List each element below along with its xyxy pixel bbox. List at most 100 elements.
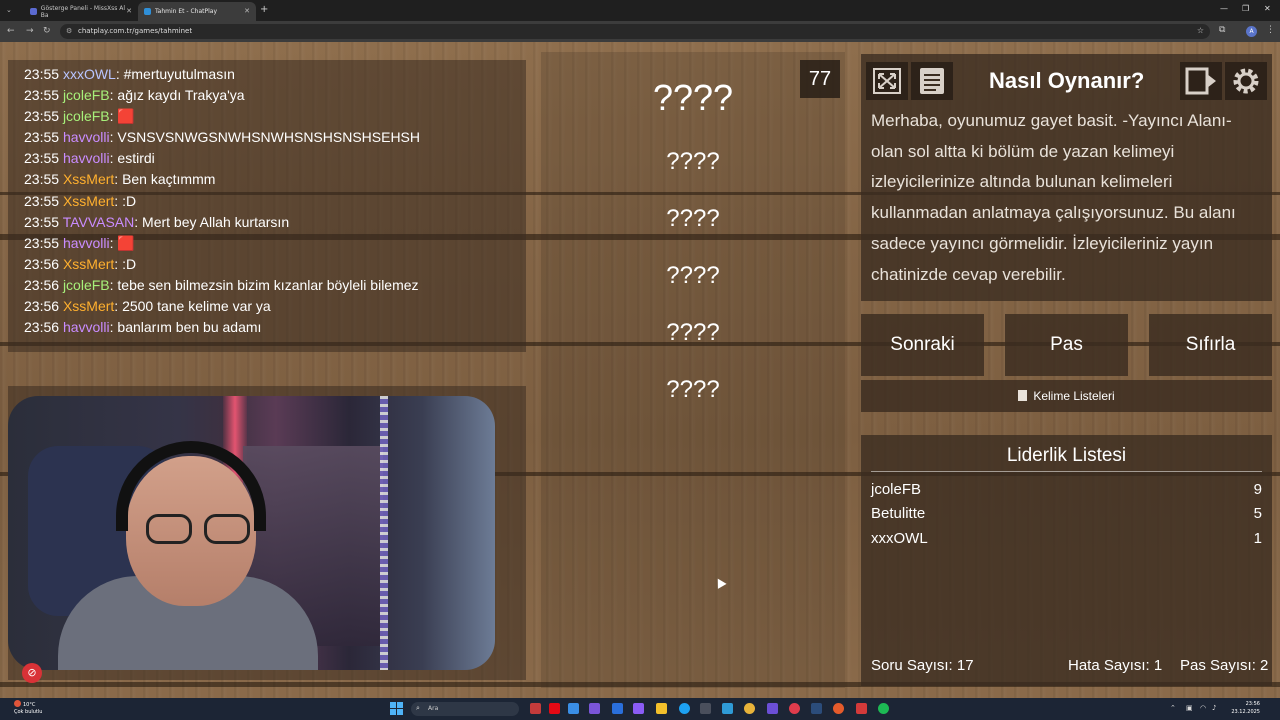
tab-dashboard[interactable]: Gösterge Paneli - MissXss Al Ba ✕ [24,2,138,21]
taskbar-app-icon[interactable] [856,703,867,714]
browser-toolbar: ← → ↻ ⚙ chatplay.com.tr/games/tahminet ☆… [0,21,1280,42]
taskbar-app-icon[interactable] [767,703,778,714]
pass-button[interactable]: Pas [1005,314,1128,376]
chat-time: 23:55 [24,192,60,209]
edge-icon[interactable] [679,703,690,714]
exit-button[interactable] [1180,62,1222,100]
netflix-icon[interactable] [549,703,560,714]
tab-tahmin-et[interactable]: Tahmin Et - ChatPlay ✕ [138,2,256,21]
next-button[interactable]: Sonraki [861,314,984,376]
bookmark-star-icon[interactable]: ☆ [1197,26,1204,35]
url-text[interactable]: chatplay.com.tr/games/tahminet [78,27,192,35]
chat-text: :D [122,255,137,272]
taskbar-app-icon[interactable] [530,703,541,714]
network-icon[interactable]: ◠ [1200,704,1206,712]
steam-icon[interactable] [811,703,822,714]
menu-icon[interactable]: ⋮ [1266,25,1275,35]
taskbar-clock[interactable]: 23:56 23.12.2025 [1226,700,1260,716]
chat-message: 23:55 havvolli: 🟥 [24,233,526,254]
forward-icon[interactable]: → [26,26,34,36]
record-icon[interactable]: ⊘ [22,663,42,683]
firefox-icon[interactable] [833,703,844,714]
close-window-icon[interactable]: ✕ [1264,4,1271,13]
chat-username[interactable]: havvolli [63,235,110,251]
profile-avatar[interactable]: A [1246,26,1257,37]
chat-username[interactable]: xxxOWL [63,66,116,82]
chat-username[interactable]: havvolli [63,150,110,166]
chat-time: 23:56 [24,298,60,315]
hint-word: ???? [666,262,720,289]
taskbar-app-icon[interactable] [568,703,579,714]
tab-favicon-icon [144,8,151,15]
address-bar[interactable]: ⚙ chatplay.com.tr/games/tahminet ☆ [60,24,1210,39]
chat-panel: 23:55 xxxOWL: #mertuyutulmasın 23:55 jcol… [8,60,526,352]
tab-favicon-icon [30,8,37,15]
close-tab-icon[interactable]: ✕ [244,7,250,15]
taskbar-app-icon[interactable] [612,703,623,714]
chat-time: 23:55 [24,66,60,82]
site-info-icon[interactable]: ⚙ [66,27,72,35]
chat-text: ağız kaydı Trakya'ya [117,87,245,104]
clock-date: 23.12.2025 [1231,709,1260,715]
chat-username[interactable]: havvolli [63,129,110,145]
how-to-play-text: Merhaba, oyunumuz gayet basit. -Yayıncı … [871,111,1236,284]
chat-message: 23:56 jcoleFB: tebe sen bilmezsin bizim … [24,275,526,296]
chat-username[interactable]: XssMert [63,256,114,272]
back-icon[interactable]: ← [7,26,15,36]
chat-text: :D [122,192,137,209]
chat-username[interactable]: jcoleFB [63,108,110,124]
taskbar-search[interactable]: ⌕ Ara [411,702,519,716]
start-button[interactable] [390,702,403,715]
word-lists-button[interactable]: Kelime Listeleri [861,380,1272,412]
tab-search-icon[interactable]: ⌄ [6,6,12,14]
chat-username[interactable]: XssMert [63,193,114,209]
chat-username[interactable]: XssMert [63,171,114,187]
chat-time: 23:55 [24,213,60,230]
chat-message: 23:55 jcoleFB: ağız kaydı Trakya'ya [24,85,526,106]
settings-button[interactable] [1225,62,1267,100]
chat-username[interactable]: XssMert [63,298,114,314]
tray-overflow-icon[interactable]: ⌃ [1170,704,1176,712]
exit-icon [1185,67,1216,95]
chat-username[interactable]: jcoleFB [63,277,110,293]
opera-icon[interactable] [789,703,800,714]
extensions-icon[interactable]: ⧉ [1219,25,1225,35]
list-icon [1018,390,1028,401]
chat-separator: : [114,171,123,188]
question-count: Soru Sayısı: 17 [871,657,974,674]
notes-button[interactable] [911,62,953,100]
taskbar-app-icon[interactable] [700,703,711,714]
reload-icon[interactable]: ↻ [43,26,51,36]
search-placeholder: Ara [428,705,439,712]
new-tab-icon[interactable]: + [260,4,268,15]
chat-text: Mert bey Allah kurtarsın [142,213,290,230]
chat-username[interactable]: havvolli [63,319,110,335]
taskbar-app-icon[interactable] [633,703,644,714]
chrome-icon[interactable] [744,703,755,714]
close-tab-icon[interactable]: ✕ [126,7,132,15]
spotify-icon[interactable] [878,703,889,714]
taskbar-app-icon[interactable] [589,703,600,714]
word-lists-label: Kelime Listeleri [1033,389,1115,403]
chat-message: 23:55 XssMert: Ben kaçtımmm [24,169,526,190]
player-score: 5 [1253,505,1262,522]
fullscreen-button[interactable] [866,62,908,100]
chat-text: 🟥 [117,234,135,251]
chat-separator: : [134,213,143,230]
tray-app-icon[interactable]: ▣ [1186,704,1193,712]
taskbar-app-icon[interactable] [722,703,733,714]
restore-icon[interactable]: ❐ [1242,4,1249,13]
windows-taskbar: 10°C Çok bulutlu ⌕ Ara ⌃ ▣ ◠ ♪ 23:56 23.… [0,698,1280,720]
webcam-video [8,396,495,670]
minimize-icon[interactable]: — [1220,4,1228,13]
weather-widget[interactable]: 10°C Çok bulutlu [14,700,42,716]
reset-button[interactable]: Sıfırla [1149,314,1272,376]
file-explorer-icon[interactable] [656,703,667,714]
chat-time: 23:55 [24,234,60,251]
player-score: 1 [1253,530,1262,547]
chat-separator: : [114,255,123,272]
tab-title: Tahmin Et - ChatPlay [155,8,218,15]
chat-username[interactable]: TAVVASAN [63,214,135,230]
chat-username[interactable]: jcoleFB [63,87,110,103]
volume-icon[interactable]: ♪ [1212,704,1216,712]
